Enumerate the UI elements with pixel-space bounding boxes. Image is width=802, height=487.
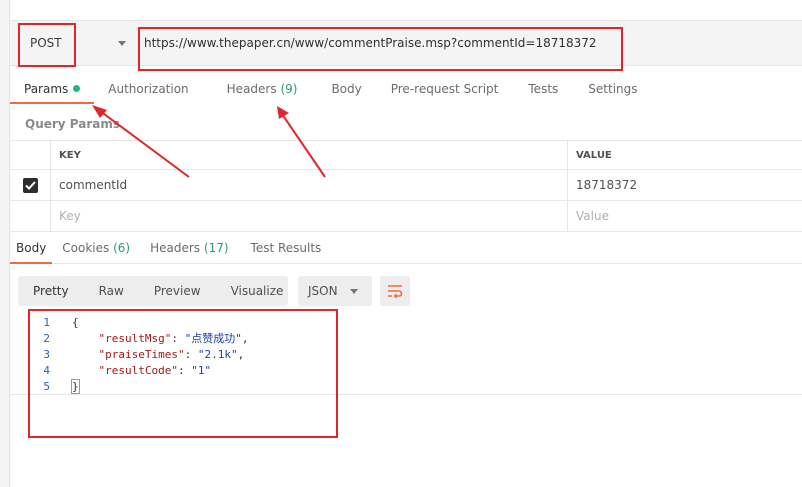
json-key: "praiseTimes" — [98, 348, 185, 361]
wrap-lines-icon — [388, 285, 403, 298]
line-number: 3 — [43, 348, 50, 361]
code-text: { — [72, 315, 79, 331]
table-row-empty: Key Value — [10, 201, 802, 232]
json-brace: { — [72, 316, 79, 329]
method-label: POST — [30, 36, 62, 50]
code-line: 2 "resultMsg": "点赞成功", — [10, 331, 802, 347]
tab-body[interactable]: Body — [311, 76, 375, 104]
column-header-value: VALUE — [567, 141, 802, 169]
code-text: "praiseTimes": "2.1k", — [98, 348, 245, 361]
tab-label: Headers — [226, 82, 277, 96]
line-number: 5 — [43, 380, 50, 393]
check-icon — [24, 180, 36, 190]
json-key: "resultMsg" — [98, 332, 172, 345]
view-preview[interactable]: Preview — [139, 276, 216, 306]
params-table: KEY VALUE commentId 18718372 Key Value — [10, 140, 802, 232]
json-comma: , — [241, 332, 249, 345]
code-line: 1 { — [10, 315, 802, 331]
response-tabs: Body Cookies (6) Headers (17) Test Resul… — [10, 234, 802, 264]
tab-label: Settings — [588, 82, 638, 96]
chevron-down-icon — [118, 41, 126, 46]
tab-label: Authorization — [108, 82, 189, 96]
status-dot-icon — [73, 85, 81, 92]
code-line: 3 "praiseTimes": "2.1k", — [10, 347, 802, 363]
json-comma: , — [237, 348, 245, 361]
line-number: 2 — [43, 332, 50, 345]
code-text: } — [71, 379, 80, 395]
tab-test-results[interactable]: Test Results — [237, 234, 330, 264]
chevron-down-icon — [350, 289, 358, 294]
tab-label: Body — [331, 82, 362, 96]
left-rail — [0, 0, 10, 487]
json-value: "2.1k" — [197, 348, 238, 361]
view-raw[interactable]: Raw — [84, 276, 139, 306]
new-key-input[interactable]: Key — [50, 201, 567, 231]
tab-response-body[interactable]: Body — [10, 234, 53, 264]
json-brace: } — [71, 379, 80, 394]
tab-response-headers[interactable]: Headers (17) — [138, 234, 236, 264]
row-check-cell — [10, 170, 50, 200]
tab-pre-request-script[interactable]: Pre-request Script — [376, 76, 513, 104]
enabled-checkbox[interactable] — [22, 177, 38, 193]
table-row: commentId 18718372 — [10, 170, 802, 201]
method-select[interactable]: POST — [18, 25, 138, 61]
tab-params[interactable]: Params — [10, 76, 95, 104]
header-check-cell — [10, 141, 50, 169]
line-number: 4 — [43, 364, 50, 377]
view-visualize[interactable]: Visualize — [216, 276, 299, 306]
column-header-key: KEY — [50, 141, 567, 169]
code-line: 4 "resultCode": "1" — [10, 363, 802, 379]
json-value: "点赞成功" — [184, 332, 242, 345]
tab-settings[interactable]: Settings — [572, 76, 651, 104]
param-value[interactable]: 18718372 — [567, 170, 802, 200]
wrap-lines-button[interactable] — [380, 276, 410, 306]
param-key[interactable]: commentId — [50, 170, 567, 200]
tab-headers[interactable]: Headers (9) — [203, 76, 312, 104]
tab-label: Params — [24, 82, 69, 96]
line-number: 1 — [43, 316, 50, 329]
view-mode-group: Pretty Raw Preview Visualize — [18, 276, 288, 306]
view-pretty[interactable]: Pretty — [18, 276, 84, 306]
table-header: KEY VALUE — [10, 140, 802, 170]
format-select[interactable]: JSON — [298, 276, 372, 306]
tab-label: Tests — [528, 82, 559, 96]
tab-label: Headers — [150, 241, 201, 255]
code-text: "resultCode": "1" — [98, 364, 212, 377]
code-text: "resultMsg": "点赞成功", — [98, 332, 249, 345]
format-label: JSON — [308, 284, 338, 298]
new-value-input[interactable]: Value — [567, 201, 802, 231]
code-line: 5 } — [10, 379, 802, 395]
json-key: "resultCode" — [98, 364, 178, 377]
request-tabs: Params Authorization Headers (9) Body Pr… — [10, 76, 802, 104]
json-value: "1" — [191, 364, 212, 377]
row-check-cell — [10, 201, 50, 231]
tab-label: Cookies — [62, 241, 110, 255]
count-badge: (17) — [203, 241, 229, 255]
count-badge: (6) — [113, 241, 131, 255]
count-badge: (9) — [280, 82, 298, 96]
tab-tests[interactable]: Tests — [512, 76, 572, 104]
response-body-editor[interactable]: 1 { 2 "resultMsg": "点赞成功", 3 "praiseTime… — [10, 315, 802, 395]
tab-label: Test Results — [250, 241, 322, 255]
response-view-bar: Pretty Raw Preview Visualize JSON — [18, 276, 410, 306]
url-input[interactable] — [136, 25, 802, 61]
request-bar: POST — [10, 20, 802, 66]
tab-authorization[interactable]: Authorization — [94, 76, 202, 104]
tab-label: Body — [16, 241, 47, 255]
query-params-title: Query Params — [25, 117, 121, 131]
tab-cookies[interactable]: Cookies (6) — [52, 234, 138, 264]
tab-label: Pre-request Script — [390, 82, 499, 96]
